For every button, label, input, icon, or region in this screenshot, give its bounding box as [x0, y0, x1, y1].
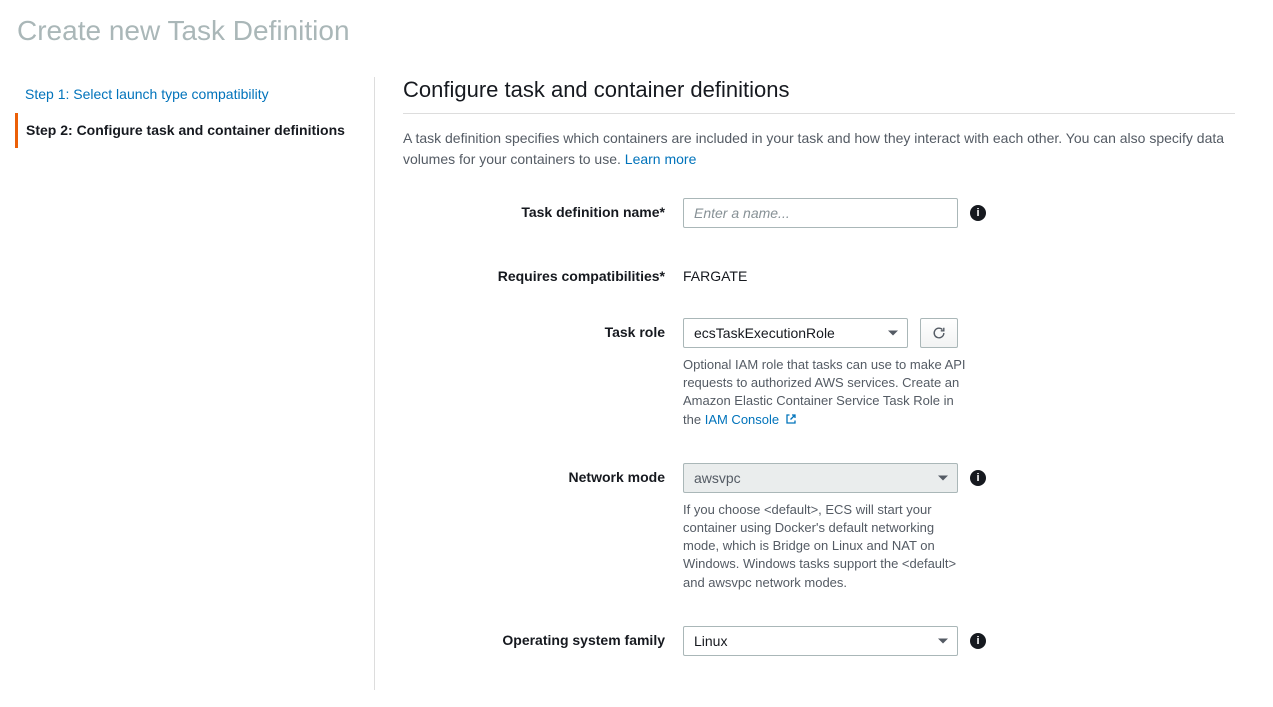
wizard-step-2[interactable]: Step 2: Configure task and container def…: [15, 113, 354, 149]
section-title: Configure task and container definitions: [403, 77, 1235, 114]
field-operating-system-family: Operating system family Linux i: [403, 626, 1235, 656]
external-link-icon: [785, 413, 797, 425]
requires-compatibilities-value: FARGATE: [683, 262, 1235, 284]
task-role-help-text: Optional IAM role that tasks can use to …: [683, 356, 973, 429]
info-icon[interactable]: i: [970, 470, 986, 486]
field-requires-compatibilities: Requires compatibilities* FARGATE: [403, 262, 1235, 284]
field-task-role: Task role ecsTaskExecutionRole: [403, 318, 1235, 429]
task-definition-name-input[interactable]: [683, 198, 958, 228]
task-role-label: Task role: [403, 318, 683, 340]
refresh-icon: [932, 326, 946, 340]
network-mode-label: Network mode: [403, 463, 683, 485]
refresh-button[interactable]: [920, 318, 958, 348]
info-icon[interactable]: i: [970, 633, 986, 649]
iam-console-link[interactable]: IAM Console: [705, 412, 797, 427]
info-icon[interactable]: i: [970, 205, 986, 221]
field-network-mode: Network mode awsvpc i If you choose <def…: [403, 463, 1235, 592]
requires-compatibilities-label: Requires compatibilities*: [403, 262, 683, 284]
learn-more-link[interactable]: Learn more: [625, 151, 697, 167]
wizard-steps-sidebar: Step 1: Select launch type compatibility…: [15, 77, 375, 690]
operating-system-family-label: Operating system family: [403, 626, 683, 648]
section-description: A task definition specifies which contai…: [403, 128, 1235, 170]
wizard-step-1[interactable]: Step 1: Select launch type compatibility: [15, 77, 354, 113]
task-definition-name-label: Task definition name*: [403, 198, 683, 220]
page-title: Create new Task Definition: [15, 15, 1258, 47]
field-task-definition-name: Task definition name* i: [403, 198, 1235, 228]
network-mode-help-text: If you choose <default>, ECS will start …: [683, 501, 973, 592]
operating-system-family-select[interactable]: Linux: [683, 626, 958, 656]
network-mode-select[interactable]: awsvpc: [683, 463, 958, 493]
task-role-select[interactable]: ecsTaskExecutionRole: [683, 318, 908, 348]
main-content: Configure task and container definitions…: [375, 77, 1255, 690]
